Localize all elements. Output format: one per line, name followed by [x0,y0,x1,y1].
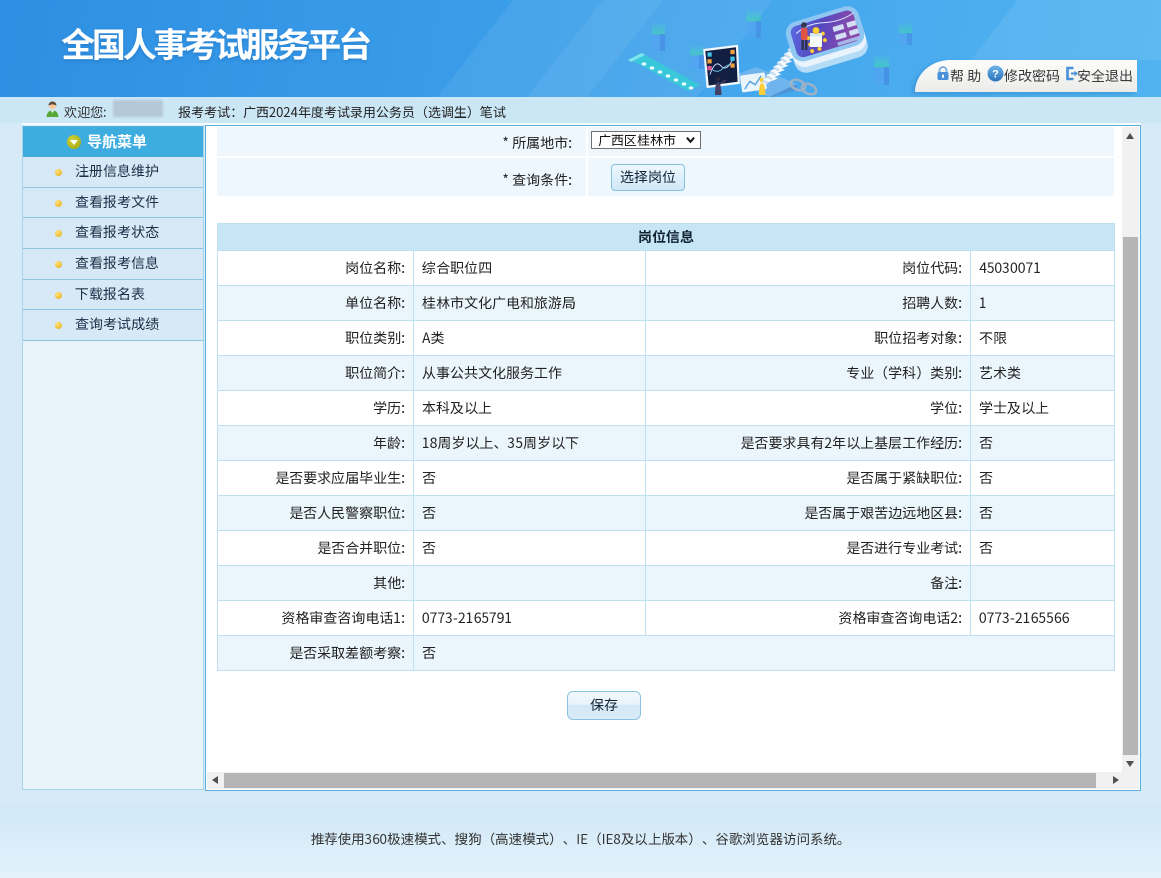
svg-text:?: ? [992,69,999,81]
